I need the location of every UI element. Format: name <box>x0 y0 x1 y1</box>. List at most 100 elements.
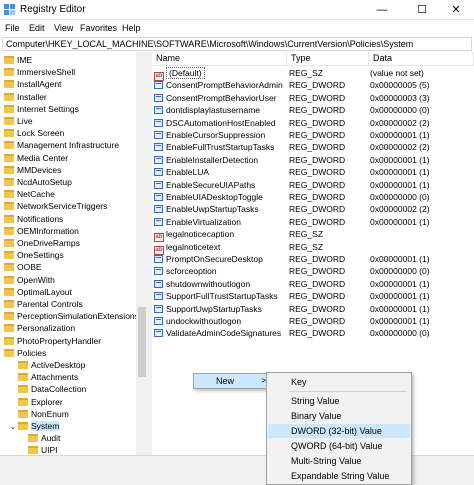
tree-item[interactable]: InstallAgent <box>4 78 61 90</box>
tree-item[interactable]: OEMInformation <box>4 225 79 237</box>
tree-item[interactable]: DataCollection <box>18 383 86 395</box>
tree-item-label: Live <box>17 116 33 126</box>
value-row[interactable]: EnableCursorSuppression REG_DWORD 0x000000… <box>152 129 474 141</box>
value-row[interactable]: PromptOnSecureDesktop REG_DWORD 0x00000001… <box>152 253 474 265</box>
value-row[interactable]: EnableSecureUIAPaths REG_DWORD 0x00000001 … <box>152 179 474 191</box>
folder-icon <box>18 397 28 406</box>
value-type: REG_DWORD <box>289 278 346 289</box>
value-row[interactable]: ab (Default) REG_SZ (value not set) <box>152 67 474 81</box>
tree-item[interactable]: Audit <box>28 432 60 444</box>
address-bar[interactable]: Computer\HKEY_LOCAL_MACHINE\SOFTWARE\Mic… <box>2 37 472 51</box>
tree-item[interactable]: MMDevices <box>4 164 61 176</box>
tree-item[interactable]: OOBE <box>4 261 42 273</box>
value-type: REG_DWORD <box>289 254 346 264</box>
value-row[interactable]: EnableFullTrustStartupTasks REG_DWORD 0x00… <box>152 141 474 153</box>
tree-item-label: IME <box>17 55 33 65</box>
column-header-data[interactable]: Data <box>369 52 474 65</box>
menu-view[interactable]: View <box>54 23 73 33</box>
submenu-dword-value[interactable]: DWORD (32-bit) Value <box>268 424 410 438</box>
submenu-multi-string-value[interactable]: Multi-String Value <box>268 454 410 468</box>
value-type: REG_DWORD <box>289 92 346 103</box>
value-row[interactable]: ab legalnoticetext REG_SZ <box>152 241 474 255</box>
value-row[interactable]: EnableLUA REG_DWORD 0x00000001 (1) <box>152 166 474 178</box>
value-type: REG_DWORD <box>289 130 346 140</box>
value-name-cell: EnableCursorSuppression <box>154 129 286 141</box>
value-row[interactable]: scforceoption REG_DWORD 0x00000000 (0) <box>152 265 474 277</box>
value-row[interactable]: EnableUIADesktopToggle REG_DWORD 0x0000000… <box>152 191 474 203</box>
tree-item[interactable]: ImmersiveShell <box>4 66 75 78</box>
dword-value-icon <box>154 81 163 90</box>
value-row[interactable]: ConsentPromptBehaviorUser REG_DWORD 0x0000… <box>152 92 474 104</box>
value-row[interactable]: ValidateAdminCodeSignatures REG_DWORD 0x00… <box>152 327 474 339</box>
value-row[interactable]: SupportFullTrustStartupTasks REG_DWORD 0x0… <box>152 290 474 302</box>
value-type: REG_DWORD <box>289 328 346 339</box>
tree-item[interactable]: IME <box>4 54 32 66</box>
menu-file[interactable]: File <box>5 23 20 33</box>
submenu-expandable-string-value[interactable]: Expandable String Value <box>268 469 410 483</box>
tree-item-label: DataCollection <box>31 384 87 395</box>
tree-item[interactable]: Notifications <box>4 213 63 225</box>
submenu-key[interactable]: Key <box>268 375 410 389</box>
tree-item[interactable]: NonEnum <box>18 408 69 420</box>
tree-item[interactable]: Explorer <box>18 396 63 408</box>
tree-item[interactable]: PhotoPropertyHandler <box>4 335 101 347</box>
tree-item[interactable]: OneSettings <box>4 249 64 261</box>
value-row[interactable]: dontdisplaylastusername REG_DWORD 0x000000… <box>152 104 474 116</box>
tree-item[interactable]: Attachments <box>18 371 78 383</box>
tree-item[interactable]: OpenWith <box>4 274 55 286</box>
dword-value-icon <box>154 106 163 115</box>
tree-item[interactable]: OptimalLayout <box>4 286 72 298</box>
column-header-type[interactable]: Type <box>287 52 369 65</box>
tree-item[interactable]: Live <box>4 115 33 127</box>
column-header-name[interactable]: Name <box>152 52 287 65</box>
tree-item[interactable]: Internet Settings <box>4 103 79 115</box>
tree-item[interactable]: Lock Screen <box>4 127 64 139</box>
folder-icon <box>18 385 28 394</box>
value-type: REG_DWORD <box>289 179 346 190</box>
tree-item-label: ImmersiveShell <box>17 67 76 78</box>
context-menu-new[interactable]: New > <box>194 374 272 388</box>
value-row[interactable]: undockwithoutlogon REG_DWORD 0x00000001 (1… <box>152 315 474 327</box>
tree-item[interactable]: Installer <box>4 91 47 103</box>
value-row[interactable]: ab legalnoticecaption REG_SZ <box>152 228 474 243</box>
dword-value-icon <box>154 329 163 338</box>
submenu-binary-value[interactable]: Binary Value <box>268 409 410 423</box>
close-button[interactable]: ✕ <box>436 0 474 20</box>
menu-favorites[interactable]: Favorites <box>80 23 117 33</box>
menu-edit[interactable]: Edit <box>29 23 45 33</box>
key-tree[interactable]: IME ImmersiveShell InstallAgent Installer In… <box>0 52 148 455</box>
value-row[interactable]: EnableUwpStartupTasks REG_DWORD 0x00000002… <box>152 203 474 215</box>
value-name: ValidateAdminCodeSignatures <box>166 328 282 339</box>
tree-item[interactable]: Parental Controls <box>4 298 83 310</box>
value-data: (value not set) <box>370 68 424 78</box>
value-row[interactable]: ConsentPromptBehaviorAdmin REG_DWORD 0x000… <box>152 79 474 91</box>
tree-item[interactable]: NetCache <box>4 188 55 200</box>
tree-scrollbar-thumb[interactable] <box>138 307 146 377</box>
tree-item[interactable]: ActiveDesktop <box>18 359 85 371</box>
tree-item-label: OpenWith <box>17 274 55 285</box>
tree-item[interactable]: NetworkServiceTriggers <box>4 200 107 212</box>
value-row[interactable]: SupportUwpStartupTasks REG_DWORD 0x0000000… <box>152 303 474 315</box>
value-row[interactable]: DSCAutomationHostEnabled REG_DWORD 0x00000… <box>152 117 474 129</box>
value-data: 0x00000002 (2) <box>370 142 430 153</box>
tree-item[interactable]: Policies <box>4 347 46 359</box>
tree-item[interactable]: PerceptionSimulationExtensions <box>4 310 139 322</box>
value-row[interactable]: shutdownwithoutlogon REG_DWORD 0x00000001 … <box>152 278 474 290</box>
tree-item[interactable]: UIPI <box>28 444 58 455</box>
expand-arrow-icon[interactable]: ⌄ <box>10 422 18 434</box>
value-row[interactable]: EnableInstallerDetection REG_DWORD 0x00000… <box>152 154 474 166</box>
value-name: EnableLUA <box>166 167 210 178</box>
tree-item[interactable]: NcdAutoSetup <box>4 176 72 188</box>
tree-item[interactable]: ⌄ System <box>10 420 60 434</box>
menu-help[interactable]: Help <box>122 23 141 33</box>
tree-item[interactable]: Personalization <box>4 322 75 334</box>
tree-item[interactable]: Media Center <box>4 152 68 164</box>
submenu-qword-value[interactable]: QWORD (64-bit) Value <box>268 439 410 453</box>
minimize-button[interactable]: — <box>362 0 402 20</box>
tree-item[interactable]: Management Infrastructure <box>4 139 119 151</box>
tree-scrollbar[interactable] <box>136 52 148 455</box>
tree-item-label: Policies <box>17 347 47 358</box>
submenu-string-value[interactable]: String Value <box>268 394 410 408</box>
tree-item[interactable]: OneDriveRamps <box>4 237 80 249</box>
value-row[interactable]: EnableVirtualization REG_DWORD 0x00000001 … <box>152 216 474 228</box>
